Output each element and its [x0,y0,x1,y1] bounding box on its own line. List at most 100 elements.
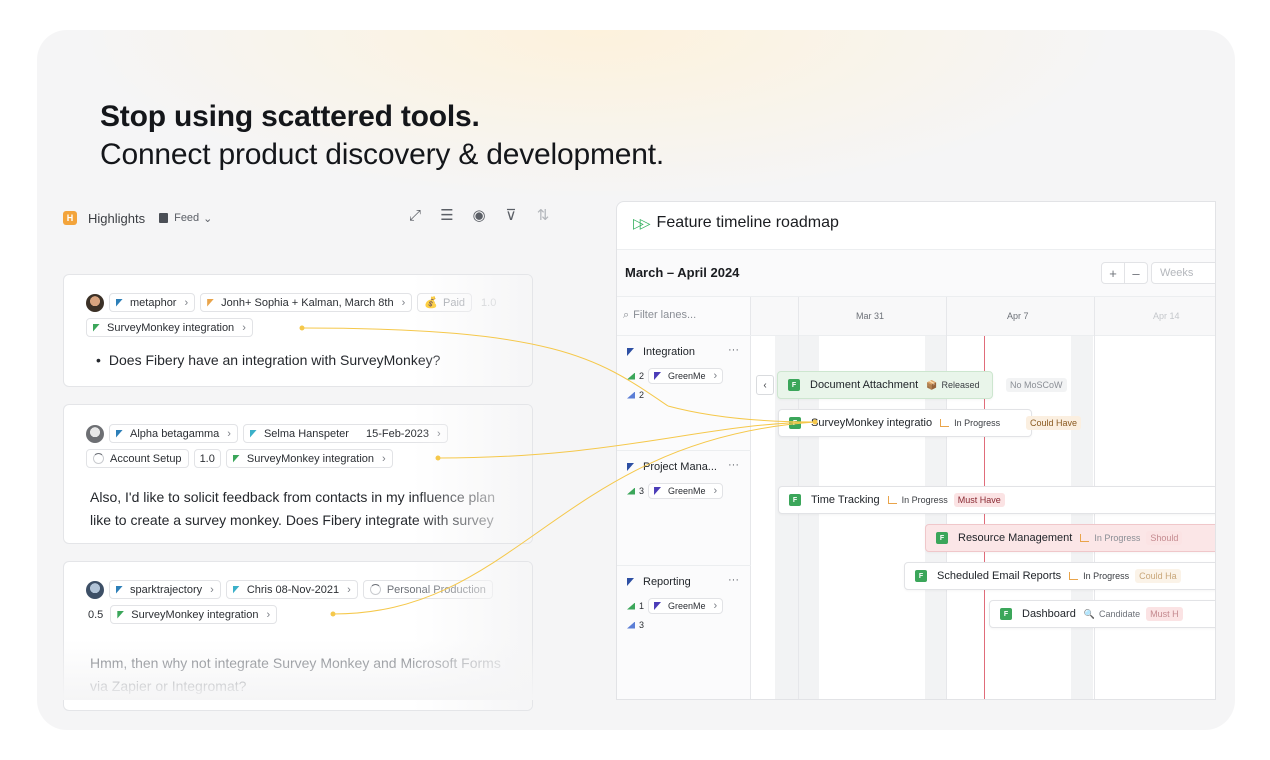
feed-title: Highlights [88,210,146,226]
feature-bar[interactable]: F Time Tracking In Progress Must Have [778,486,1215,514]
author-chip[interactable]: Alpha betagamma › [109,424,238,443]
team-chip[interactable]: GreenMe › [648,368,724,384]
group-icon[interactable]: ☰ [437,206,457,224]
post-text-line-1: Hmm, then why not integrate Survey Monke… [90,655,501,671]
post-date: 15-Feb-2023 [365,427,429,440]
source-chip[interactable]: Jonh+ Sophia + Kalman, March 8th › [200,293,413,312]
sort-icon[interactable]: ⇅ [533,206,553,224]
feature-chip[interactable]: SurveyMonkey integration › [86,318,253,337]
headline-line-1: Stop using scattered tools. [100,100,480,133]
team-name: GreenMe [668,601,706,611]
lane-count: 3 [639,486,645,496]
lane-project-management[interactable]: Project Mana... ··· 3 GreenMe › [617,451,751,566]
lane-meta-2: 2 [627,390,644,400]
more-icon[interactable]: ··· [728,344,739,356]
lane-label: Project Mana... [643,461,717,473]
source-chip[interactable]: Selma Hanspeter 15-Feb-2023 › [242,424,448,443]
in-progress-icon [1080,534,1090,542]
post-text-line-1: Also, I'd like to solicit feedback from … [90,489,495,505]
status-label: In Progress [1094,533,1141,543]
headline: Stop using scattered tools. Connect prod… [100,98,664,174]
lane-reporting[interactable]: Reporting ··· 1 GreenMe › 3 [617,566,751,699]
flag-icon [627,463,634,471]
feed-post[interactable]: sparktrajectory › Chris 08-Nov-2021 › Pers… [63,561,533,711]
flag-icon [116,585,123,594]
team-chip[interactable]: GreenMe › [648,598,724,614]
post-text-line-2: via Zapier or Integromat? [90,678,247,694]
feed-post[interactable]: metaphor › Jonh+ Sophia + Kalman, March 8… [63,274,533,387]
feature-chip[interactable]: SurveyMonkey integration › [225,449,393,468]
search-icon: ⌕ [623,309,630,321]
priority-tag: No MoSCoW [1006,378,1067,392]
post-text: Does Fibery have an integration with Sur… [96,348,441,372]
lane-count: 1 [639,601,645,611]
filter-lanes-input[interactable]: ⌕ Filter lanes... [617,297,751,336]
author-chip[interactable]: sparktrajectory › [109,580,221,599]
highlights-icon: H [63,211,77,225]
money-bag-icon: 💰 [424,297,438,309]
status-label: In Progress [954,418,1001,428]
feature-name: Scheduled Email Reports [937,570,1062,582]
source-name: Chris 08-Nov-2021 [246,583,340,596]
expand-icon[interactable]: ⤢ [405,207,425,224]
zoom-out-button[interactable]: – [1124,262,1148,284]
lane-meta: 3 GreenMe › [627,483,724,499]
lane-meta-2: 3 [627,620,644,630]
lanes-column: ⌕ Filter lanes... Integration ··· 2 Green… [617,297,751,699]
feature-bar[interactable]: F Scheduled Email Reports In Progress Co… [904,562,1215,590]
feature-badge-icon: F [789,417,801,429]
post-links: SurveyMonkey integration › [86,318,253,337]
status-label: Paid [442,296,466,309]
status: 📦 Released [926,380,979,391]
progress-icon [369,584,381,595]
lane-integration[interactable]: Integration ··· 2 GreenMe › 2 [617,336,751,451]
account-chip[interactable]: Account Setup [86,449,189,468]
team-chip[interactable]: GreenMe › [648,483,724,499]
count-icon [627,621,635,629]
lane-count: 2 [639,371,645,381]
lane-label: Integration [643,346,695,358]
category-chip[interactable]: Personal Production [362,580,493,599]
post-links: Account Setup 1.0 SurveyMonkey integrati… [86,449,393,468]
more-icon[interactable]: ··· [728,459,739,471]
date-label: Apr 7 [1007,311,1029,321]
timeline-title-row: ▷▷ Feature timeline roadmap [633,214,839,232]
status: In Progress [940,418,1000,428]
post-meta: Alpha betagamma › Selma Hanspeter 15-Feb-2… [86,424,448,443]
priority-tag: Must Have [953,493,1005,507]
feature-chip[interactable]: SurveyMonkey integration › [110,605,278,624]
avatar [86,580,104,599]
author-chip[interactable]: metaphor › [109,293,196,312]
toggle-icon[interactable]: ◉ [469,206,489,224]
chevron-down-icon: ⌄ [203,212,213,225]
package-icon: 📦 [926,379,938,390]
feed-toolbar: ⤢ ☰ ◉ ⊽ ⇅ [405,206,553,225]
feature-badge-icon: F [789,494,801,506]
more-icon[interactable]: ··· [728,574,739,586]
chevron-right-icon: › [401,296,406,309]
date-label: Apr 14 [1153,311,1180,321]
feature-badge-icon: F [915,570,927,582]
flag-icon [654,487,662,495]
feature-bar[interactable]: F Dashboard 🔍 Candidate Must H [989,600,1215,628]
feature-bar[interactable]: F Resource Management In Progress Should [925,524,1215,552]
feed-post[interactable]: Alpha betagamma › Selma Hanspeter 15-Feb-2… [63,404,533,544]
view-mode-select[interactable]: Weeks [1151,262,1215,284]
lane-name: Project Mana... [627,461,717,473]
status-chip[interactable]: 💰 Paid [417,293,473,312]
zoom-in-button[interactable]: + [1101,262,1125,284]
feed-view-selector[interactable]: Feed ⌄ [159,212,212,225]
flag-icon [232,454,240,463]
chevron-right-icon: › [184,296,189,309]
source-chip[interactable]: Chris 08-Nov-2021 › [225,580,358,599]
lane-count: 2 [639,390,645,400]
source-name: Jonh+ Sophia + Kalman, March 8th [221,296,394,309]
scroll-left-button[interactable]: ‹ [756,375,774,395]
weekend-shade [1071,336,1093,699]
feature-bar[interactable]: F Document Attachment 📦 Released [777,371,993,399]
feature-bar[interactable]: F SurveyMonkey integratio In Progress [778,409,1032,437]
filter-icon[interactable]: ⊽ [501,206,521,224]
post-meta: sparktrajectory › Chris 08-Nov-2021 › Pers… [86,580,493,599]
post-meta: metaphor › Jonh+ Sophia + Kalman, March 8… [86,293,496,312]
timeline-toolbar: March – April 2024 + – Weeks [617,249,1215,297]
